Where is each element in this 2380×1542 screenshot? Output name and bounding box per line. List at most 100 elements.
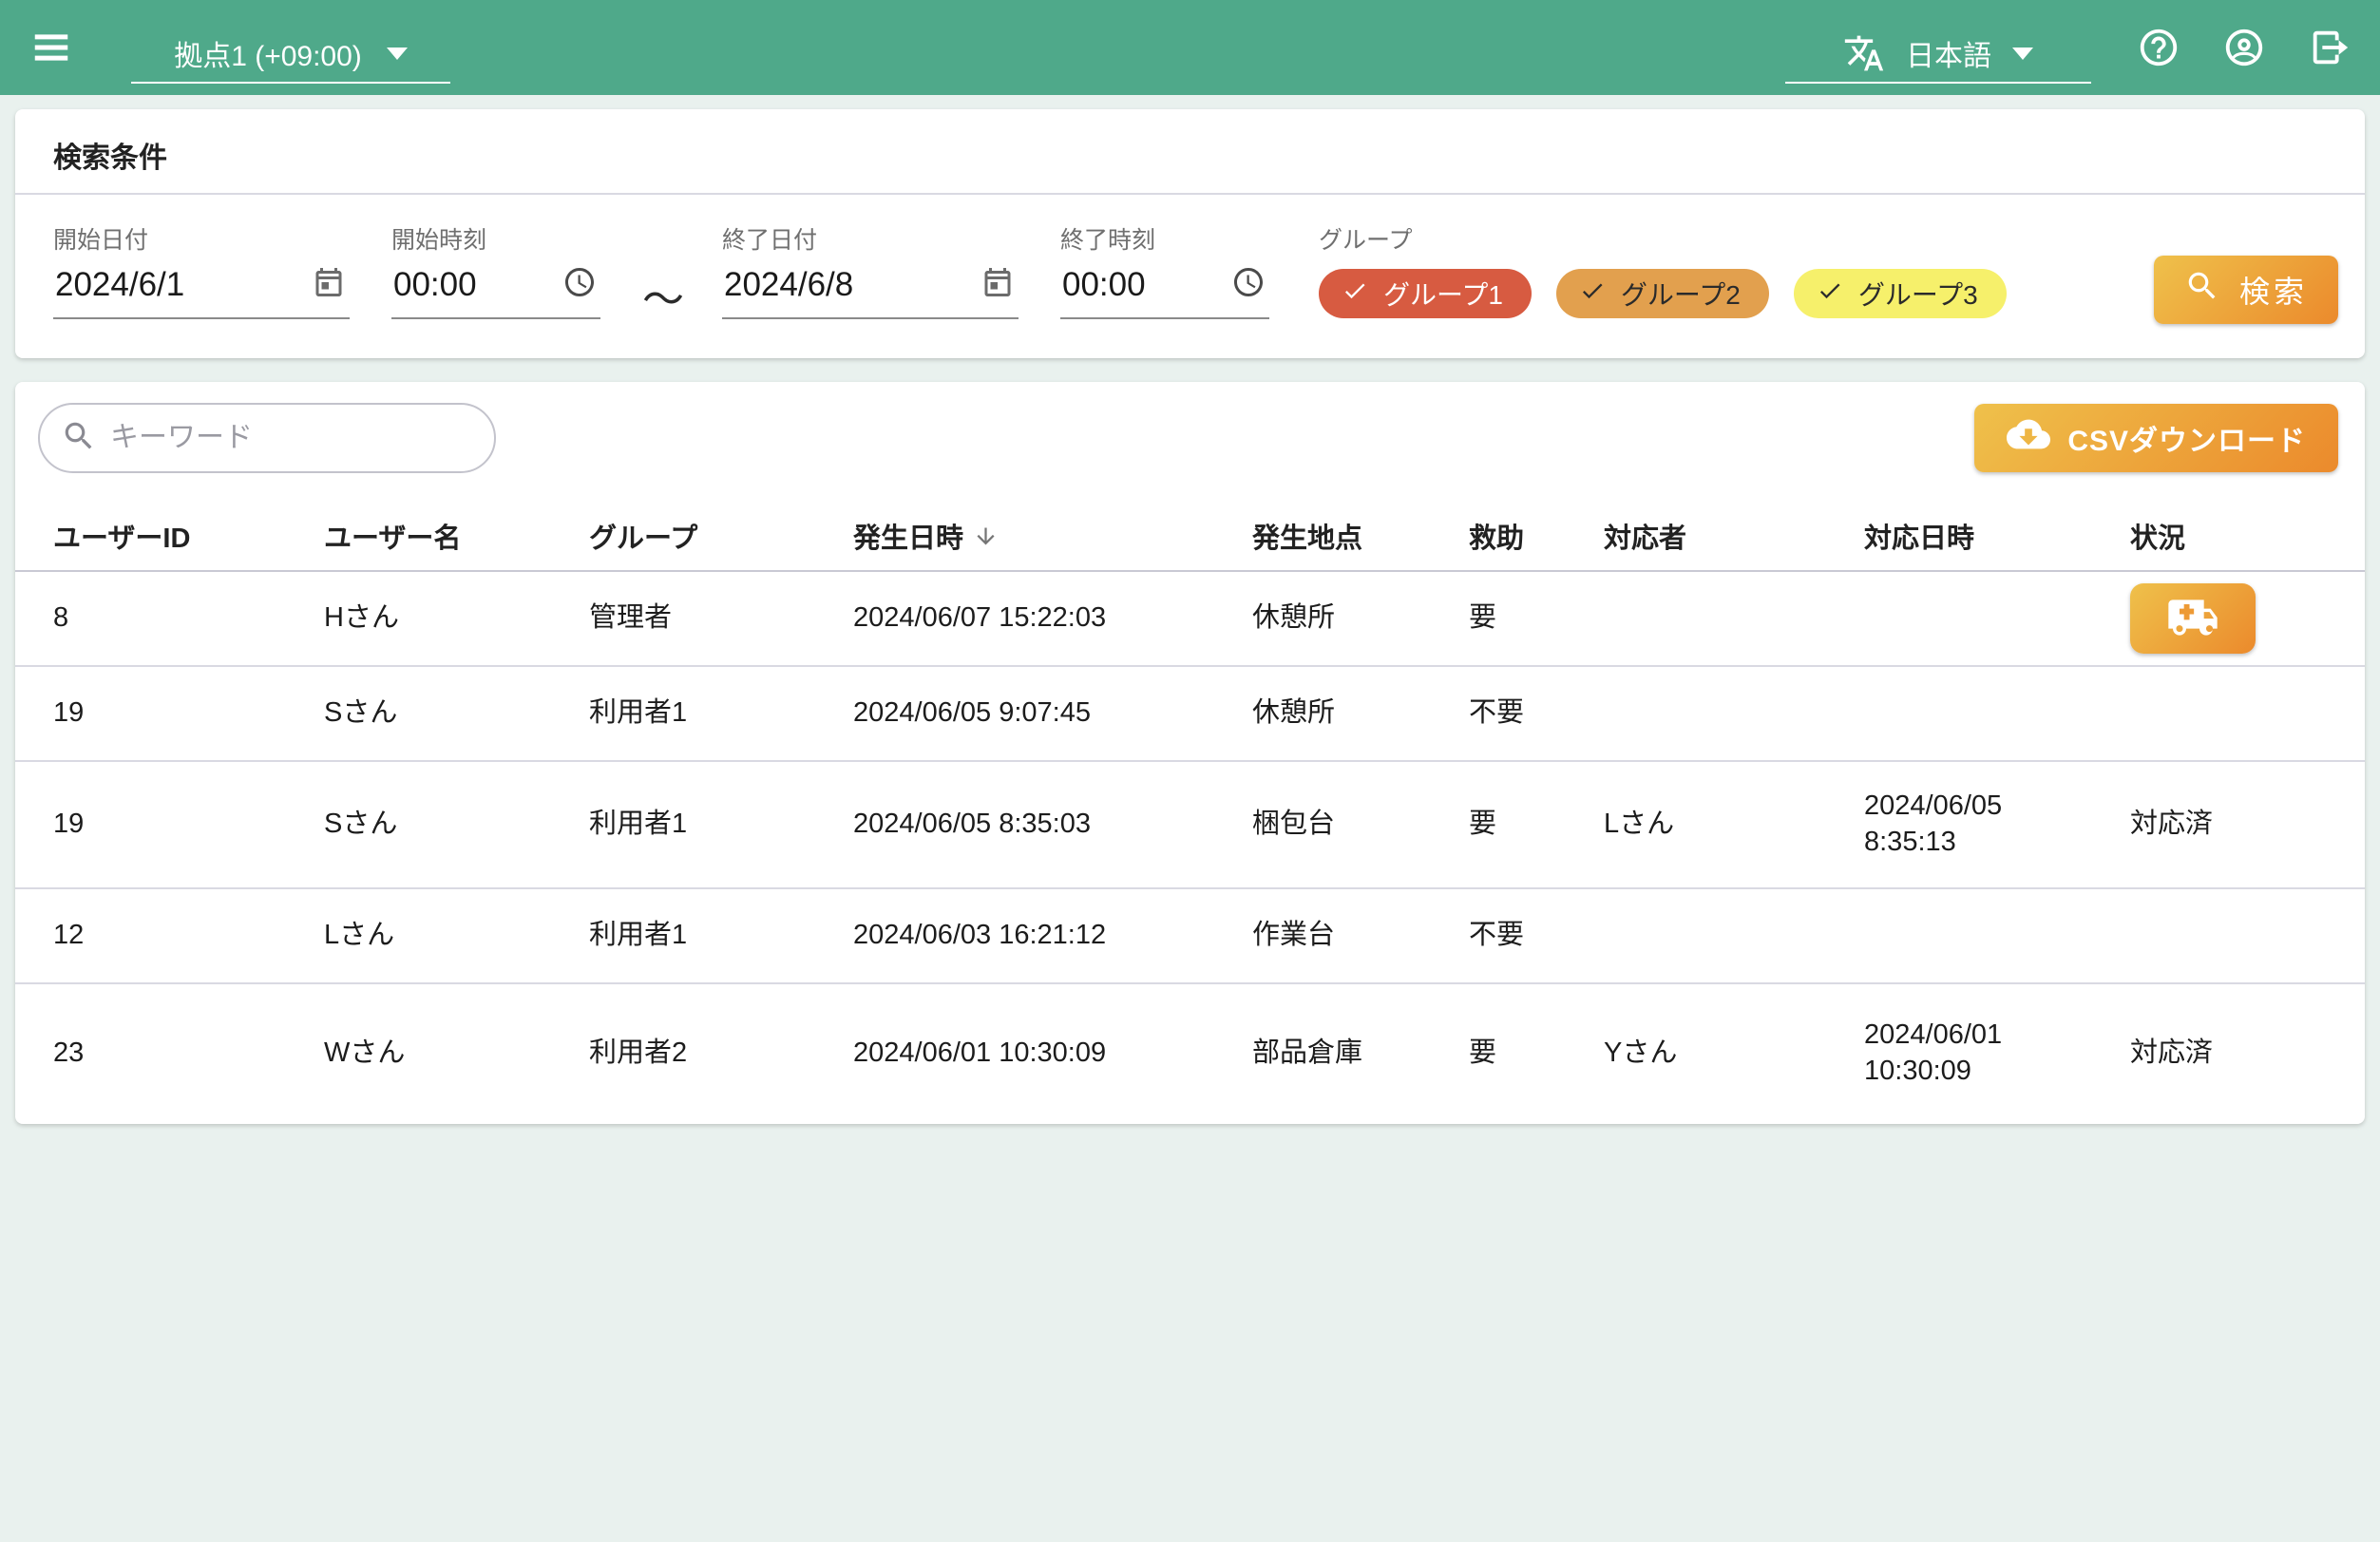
cell-status: 対応済 xyxy=(2115,1036,2342,1072)
cell-rescue: 不要 xyxy=(1454,695,1589,732)
menu-icon[interactable] xyxy=(29,25,74,70)
calendar-icon[interactable] xyxy=(981,265,1015,304)
start-time-value: 00:00 xyxy=(393,266,477,304)
cell-location: 作業台 xyxy=(1237,918,1454,954)
cell-user-name: Sさん xyxy=(309,695,574,732)
csv-download-button[interactable]: CSVダウンロード xyxy=(1974,404,2338,472)
end-time-input[interactable]: 00:00 xyxy=(1060,261,1269,319)
start-time-field: 開始時刻 00:00 xyxy=(391,221,600,319)
end-date-input[interactable]: 2024/6/8 xyxy=(722,261,1019,319)
column-header-label: 発生地点 xyxy=(1252,516,1362,556)
group-chip-label: グループ1 xyxy=(1383,275,1503,313)
column-header-label: ユーザーID xyxy=(53,516,190,556)
group-chip-1[interactable]: グループ1 xyxy=(1319,269,1532,318)
column-header-label: 対応者 xyxy=(1604,516,1686,556)
group-chip-3[interactable]: グループ3 xyxy=(1794,269,2007,318)
start-time-input[interactable]: 00:00 xyxy=(391,261,600,319)
column-header-5[interactable]: 発生地点 xyxy=(1237,516,1454,556)
keyword-search-box[interactable] xyxy=(38,403,496,473)
clock-icon[interactable] xyxy=(562,265,597,304)
cell-group: 利用者1 xyxy=(574,695,838,732)
column-header-7[interactable]: 対応者 xyxy=(1589,516,1849,556)
column-header-2[interactable]: ユーザー名 xyxy=(309,516,574,556)
end-time-value: 00:00 xyxy=(1062,266,1146,304)
cell-location: 休憩所 xyxy=(1237,695,1454,732)
cell-user-name: Hさん xyxy=(309,600,574,637)
table-header-row: ユーザーID ユーザー名 グループ 発生日時 発生地点 救助 対応者 対応日時 状況 xyxy=(15,502,2365,572)
cell-occurred-at: 2024/06/05 9:07:45 xyxy=(838,695,1237,732)
table-toolbar: CSVダウンロード xyxy=(15,382,2365,473)
table-row: 8 Hさん 管理者 2024/06/07 15:22:03 休憩所 要 xyxy=(15,572,2365,667)
table-row: 19 Sさん 利用者1 2024/06/05 8:35:03 梱包台 要 Lさん… xyxy=(15,762,2365,889)
header-actions xyxy=(2137,26,2351,69)
results-panel: CSVダウンロード ユーザーIDユーザー名グループ発生日時 発生地点救助対応者対… xyxy=(15,382,2365,1124)
group-chip-label: グループ2 xyxy=(1621,275,1741,313)
column-header-6[interactable]: 救助 xyxy=(1454,516,1589,556)
logout-icon[interactable] xyxy=(2308,26,2351,69)
cloud-download-icon xyxy=(2007,412,2050,464)
cell-group: 利用者1 xyxy=(574,807,838,843)
cell-user-name: Wさん xyxy=(309,1036,574,1072)
ambulance-icon xyxy=(2166,591,2219,647)
column-header-label: ユーザー名 xyxy=(324,516,461,556)
site-selector[interactable]: 拠点1 (+09:00) xyxy=(131,25,450,84)
start-date-label: 開始日付 xyxy=(53,221,350,256)
cell-occurred-at: 2024/06/05 8:35:03 xyxy=(838,807,1237,843)
account-icon[interactable] xyxy=(2222,26,2266,69)
cell-user-id: 12 xyxy=(38,918,309,954)
column-header-9[interactable]: 状況 xyxy=(2115,516,2342,556)
cell-rescue: 要 xyxy=(1454,600,1589,637)
sort-desc-icon xyxy=(973,524,999,549)
group-chip-label: グループ3 xyxy=(1858,275,1978,313)
end-date-field: 終了日付 2024/6/8 xyxy=(722,221,1019,319)
check-icon xyxy=(1342,277,1368,311)
cell-responder: Lさん xyxy=(1589,807,1849,843)
check-icon xyxy=(1579,277,1606,311)
cell-location: 休憩所 xyxy=(1237,600,1454,637)
translate-icon xyxy=(1843,32,1885,74)
app-header: 拠点1 (+09:00) 日本語 xyxy=(0,0,2380,95)
search-fields-row: 開始日付 2024/6/1 開始時刻 00:00 ～ 終了日付 2024/6/8 xyxy=(15,195,2365,358)
column-header-label: 発生日時 xyxy=(853,516,963,556)
cell-rescue: 要 xyxy=(1454,807,1589,843)
start-date-value: 2024/6/1 xyxy=(55,266,184,304)
column-header-3[interactable]: グループ xyxy=(574,516,838,556)
cell-group: 利用者2 xyxy=(574,1036,838,1072)
cell-user-id: 19 xyxy=(38,807,309,843)
clock-icon[interactable] xyxy=(1231,265,1266,304)
column-header-8[interactable]: 対応日時 xyxy=(1849,516,2115,556)
cell-status xyxy=(2115,583,2342,654)
chevron-down-icon xyxy=(2012,48,2033,60)
table-row: 12 Lさん 利用者1 2024/06/03 16:21:12 作業台 不要 xyxy=(15,889,2365,984)
column-header-1[interactable]: ユーザーID xyxy=(38,516,309,556)
end-time-field: 終了時刻 00:00 xyxy=(1060,221,1269,319)
column-header-label: グループ xyxy=(589,516,697,556)
search-icon xyxy=(2184,268,2220,312)
language-selector-value: 日本語 xyxy=(1906,32,1991,74)
start-date-input[interactable]: 2024/6/1 xyxy=(53,261,350,319)
cell-location: 梱包台 xyxy=(1237,807,1454,843)
keyword-input[interactable] xyxy=(110,422,473,454)
search-button[interactable]: 検索 xyxy=(2154,256,2338,324)
end-date-value: 2024/6/8 xyxy=(724,266,853,304)
table-row: 19 Sさん 利用者1 2024/06/05 9:07:45 休憩所 不要 xyxy=(15,667,2365,762)
csv-button-label: CSVダウンロード xyxy=(2067,417,2306,459)
group-label: グループ xyxy=(1319,221,2007,256)
column-header-label: 救助 xyxy=(1469,516,1524,556)
cell-occurred-at: 2024/06/03 16:21:12 xyxy=(838,918,1237,954)
column-header-label: 対応日時 xyxy=(1864,516,1974,556)
cell-group: 管理者 xyxy=(574,600,838,637)
start-date-field: 開始日付 2024/6/1 xyxy=(53,221,350,319)
table-row: 23 Wさん 利用者2 2024/06/01 10:30:09 部品倉庫 要 Y… xyxy=(15,984,2365,1122)
help-icon[interactable] xyxy=(2137,26,2180,69)
cell-user-id: 23 xyxy=(38,1036,309,1072)
emergency-dispatch-button[interactable] xyxy=(2130,583,2256,654)
calendar-icon[interactable] xyxy=(312,265,346,304)
cell-location: 部品倉庫 xyxy=(1237,1036,1454,1072)
language-selector[interactable]: 日本語 xyxy=(1785,25,2091,84)
cell-responder: Yさん xyxy=(1589,1036,1849,1072)
column-header-4[interactable]: 発生日時 xyxy=(838,516,1237,556)
cell-rescue: 要 xyxy=(1454,1036,1589,1072)
group-chip-2[interactable]: グループ2 xyxy=(1556,269,1769,318)
group-filter: グループ グループ1 グループ2 グループ3 xyxy=(1319,221,2007,318)
